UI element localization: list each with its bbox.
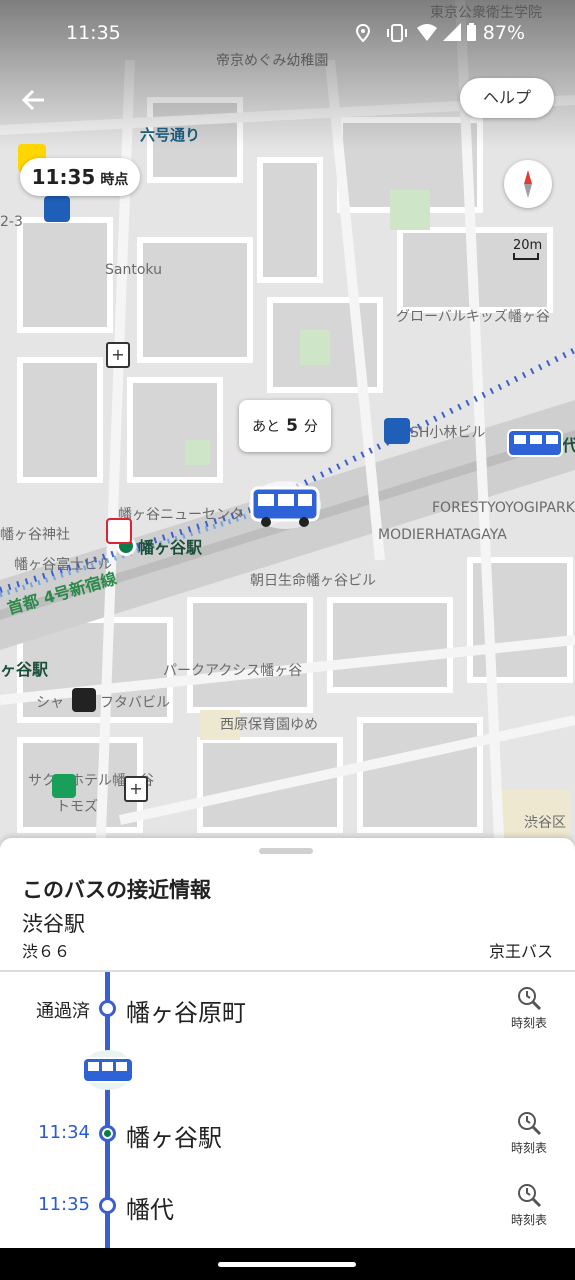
map-label-futaba: フタバビル: [100, 695, 170, 711]
status-time: 11:35: [66, 22, 121, 44]
timetable-button[interactable]: 時刻表: [506, 985, 552, 1031]
stop-dot: [99, 1197, 116, 1214]
back-button[interactable]: [20, 86, 52, 118]
familymart-icon[interactable]: [52, 774, 76, 798]
street-label: 六号通り: [140, 126, 201, 144]
help-button[interactable]: ヘルプ: [460, 78, 554, 118]
vibrate-icon: [386, 24, 408, 47]
map-label-sha: シャ: [36, 695, 64, 711]
lawson-icon[interactable]: [384, 418, 410, 444]
map-label-global-kids: グローバルキッズ幡ヶ谷: [396, 309, 550, 325]
search-timetable-icon: [518, 1112, 542, 1136]
home-gesture-pill[interactable]: [218, 1262, 356, 1267]
map-label-parkaxis: パークアクシス幡ヶ谷: [163, 663, 303, 679]
sheet-drag-handle[interactable]: [259, 848, 313, 854]
stop-time: 11:35: [38, 1194, 90, 1215]
stop-name: 幡ヶ谷駅: [126, 1124, 222, 1152]
bus-info-sheet[interactable]: このバスの接近情報 渋谷駅 渋６６ 京王バス 通過済 幡ヶ谷原町 時刻表 11:…: [0, 838, 575, 1280]
map-label-kobayashi: SH小林ビル: [410, 425, 486, 441]
status-bar: 11:35 87%: [0, 0, 575, 64]
eta-unit: 分: [303, 419, 318, 435]
station-label[interactable]: 幡ヶ谷駅: [138, 534, 202, 558]
hospital-icon[interactable]: +: [106, 342, 130, 368]
compass-icon: [524, 170, 532, 198]
map-scale: 20m: [513, 238, 542, 261]
stop-row[interactable]: 11:35 幡代 時刻表: [0, 1180, 575, 1230]
timetable-label: 時刻表: [510, 1213, 547, 1227]
stop-dot: [99, 1125, 116, 1142]
map-label-modier: MODIERHATAGAYA: [378, 527, 507, 543]
stop-row[interactable]: 11:34 幡ヶ谷駅 時刻表: [0, 1108, 575, 1158]
signal-icon: [442, 22, 462, 47]
hospital-icon[interactable]: +: [124, 776, 148, 802]
route-number: 渋６６: [22, 942, 71, 961]
scale-label: 20m: [513, 238, 543, 253]
destination: 渋谷駅: [22, 912, 85, 936]
map-label-address: 2-3: [0, 214, 23, 230]
operator-name: 京王バス: [488, 942, 553, 961]
eta-prefix: あと: [252, 419, 281, 435]
battery-level: 87%: [482, 22, 525, 44]
search-timetable-icon: [518, 1184, 542, 1208]
map-label-station-edge: ヶ谷駅: [0, 660, 49, 679]
compass-button[interactable]: [504, 160, 552, 208]
timetable-button[interactable]: 時刻表: [506, 1110, 552, 1156]
stop-name: 幡ヶ谷原町: [126, 999, 246, 1027]
stop-row[interactable]: 通過済 幡ヶ谷原町 時刻表: [0, 983, 575, 1033]
eta-bubble: あと 5 分: [239, 400, 331, 452]
map-label-forest: FORESTYOYOGIPARK: [432, 500, 575, 516]
wifi-icon: [416, 22, 438, 47]
divider: [0, 970, 575, 972]
stop-status: 通過済: [36, 1001, 90, 1022]
timetable-label: 時刻表: [510, 1141, 547, 1155]
shrine-icon[interactable]: [106, 518, 132, 544]
map-label-shrine: 幡ヶ谷神社: [0, 527, 70, 543]
bus-icon[interactable]: [506, 428, 564, 460]
timetable-label: 時刻表: [510, 1016, 547, 1030]
map-label-newcenter: 幡ヶ谷ニューセンタ: [118, 507, 244, 523]
time-chip-suffix: 時点: [100, 172, 129, 188]
time-chip: 11:35 時点: [20, 158, 140, 196]
bus-icon[interactable]: [246, 480, 324, 530]
search-timetable-icon: [518, 987, 542, 1011]
map-label-nishihara: 西原保育園ゆめ: [220, 717, 318, 733]
scale-bar-icon: [513, 253, 539, 260]
arrow-left-icon: [21, 89, 44, 111]
navigation-bar: [0, 1248, 575, 1280]
map-label-tomos: トモズ: [56, 799, 98, 815]
stop-time: 11:34: [38, 1122, 90, 1143]
map-label-shibuya-ku: 渋谷区: [524, 815, 566, 831]
eta-minutes: 5: [286, 416, 298, 436]
time-chip-time: 11:35: [31, 165, 96, 189]
bus-icon: [82, 1050, 134, 1090]
map-label-asahi: 朝日生命幡ヶ谷ビル: [250, 573, 376, 589]
stop-dot: [99, 1000, 116, 1017]
battery-icon: [466, 23, 477, 47]
stop-name: 幡代: [126, 1196, 174, 1224]
location-icon: [355, 23, 371, 47]
map-label-santoku: Santoku: [105, 262, 162, 278]
sheet-title: このバスの接近情報: [22, 878, 211, 902]
timetable-button[interactable]: 時刻表: [506, 1182, 552, 1228]
bank-icon[interactable]: [72, 688, 96, 712]
lawson-icon[interactable]: [44, 196, 70, 222]
